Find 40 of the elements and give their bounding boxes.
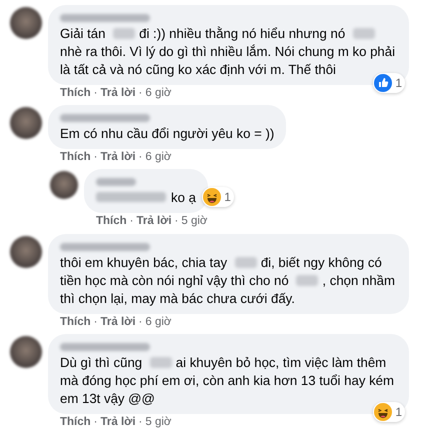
comment-text: thôi em khuyên bác, chia tay đi, biết ngy không có tiền học mà còn nói nghỉ vậy thì cho nó , chọn nhầm thì chọn lại, may mà bác chưa cưới đấy. [60, 254, 396, 308]
action-link[interactable]: Trả lời [100, 416, 136, 428]
timestamp[interactable]: 6 giờ [145, 151, 172, 163]
timestamp[interactable]: 6 giờ [145, 87, 172, 99]
action-link[interactable]: Thích [60, 151, 91, 163]
comment-text: ko ạ [96, 189, 196, 207]
separator: · [130, 215, 134, 227]
timestamp[interactable]: 5 giờ [181, 215, 208, 227]
separator: · [94, 416, 98, 428]
action-link[interactable]: Trả lời [100, 87, 136, 99]
separator: · [138, 316, 142, 328]
avatar[interactable] [50, 171, 78, 199]
separator: · [94, 87, 98, 99]
laughing-emoji-icon [374, 403, 392, 421]
separator: · [174, 215, 178, 227]
comment-text: Em có nhu cầu đổi người yêu ko = )) [60, 125, 274, 143]
separator: · [94, 316, 98, 328]
avatar[interactable] [10, 7, 42, 39]
reaction-badge[interactable]: 1 [373, 402, 405, 422]
action-link[interactable]: Thích [60, 416, 91, 428]
timestamp[interactable]: 6 giờ [145, 316, 172, 328]
avatar[interactable] [10, 336, 42, 368]
avatar[interactable] [10, 236, 42, 268]
laughing-emoji-icon [203, 188, 222, 206]
action-link[interactable]: Trả lời [100, 316, 136, 328]
avatar[interactable] [10, 107, 42, 139]
action-link[interactable]: Trả lời [136, 215, 172, 227]
blurred-name [96, 178, 136, 186]
reaction-badge[interactable]: 1 [373, 73, 405, 93]
action-link[interactable]: Trả lời [100, 151, 136, 163]
separator: · [138, 416, 142, 428]
separator: · [138, 151, 142, 163]
action-link[interactable]: Thích [60, 316, 91, 328]
separator: · [138, 87, 142, 99]
separator: · [94, 151, 98, 163]
action-link[interactable]: Thích [60, 87, 91, 99]
like-icon [374, 74, 392, 92]
action-link[interactable]: Thích [96, 215, 127, 227]
reaction-badge[interactable]: 1 [202, 187, 234, 207]
timestamp[interactable]: 5 giờ [145, 416, 172, 428]
